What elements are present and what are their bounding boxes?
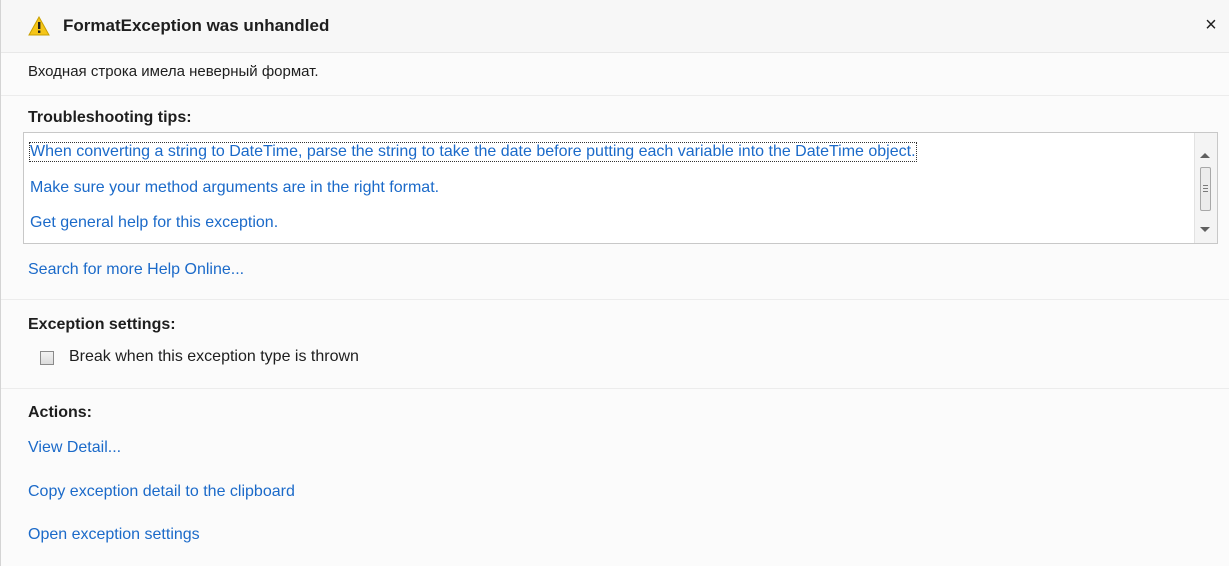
tips-scrollbar[interactable] <box>1194 133 1217 243</box>
break-on-exception-checkbox[interactable] <box>40 351 54 365</box>
exception-message: Входная строка имела неверный формат. <box>28 63 319 80</box>
actions-heading: Actions: <box>28 404 92 421</box>
section-divider <box>1 299 1229 300</box>
section-divider <box>1 388 1229 389</box>
exception-settings-heading: Exception settings: <box>28 316 176 333</box>
scroll-down-arrow-icon[interactable] <box>1200 227 1210 232</box>
warning-icon <box>28 16 50 36</box>
troubleshooting-heading: Troubleshooting tips: <box>28 109 192 126</box>
close-button[interactable]: × <box>1201 14 1221 36</box>
tip-link-general-help[interactable]: Get general help for this exception. <box>30 214 278 232</box>
tip-link-datetime[interactable]: When converting a string to DateTime, pa… <box>29 142 917 162</box>
open-exception-settings-link[interactable]: Open exception settings <box>28 526 200 544</box>
view-detail-link[interactable]: View Detail... <box>28 439 121 457</box>
title-bar: FormatException was unhandled × <box>1 0 1229 53</box>
tip-link-method-arguments[interactable]: Make sure your method arguments are in t… <box>30 179 439 197</box>
troubleshooting-tips-list: When converting a string to DateTime, pa… <box>23 132 1218 244</box>
scroll-thumb[interactable] <box>1200 167 1211 211</box>
exception-assistant-dialog: FormatException was unhandled × Входная … <box>0 0 1229 566</box>
exception-message-area: Входная строка имела неверный формат. <box>1 53 1229 96</box>
search-help-online-link[interactable]: Search for more Help Online... <box>28 261 244 279</box>
copy-exception-detail-link[interactable]: Copy exception detail to the clipboard <box>28 483 295 501</box>
break-on-exception-label: Break when this exception type is thrown <box>69 348 359 365</box>
dialog-title: FormatException was unhandled <box>63 16 330 35</box>
scroll-up-arrow-icon[interactable] <box>1200 153 1210 158</box>
